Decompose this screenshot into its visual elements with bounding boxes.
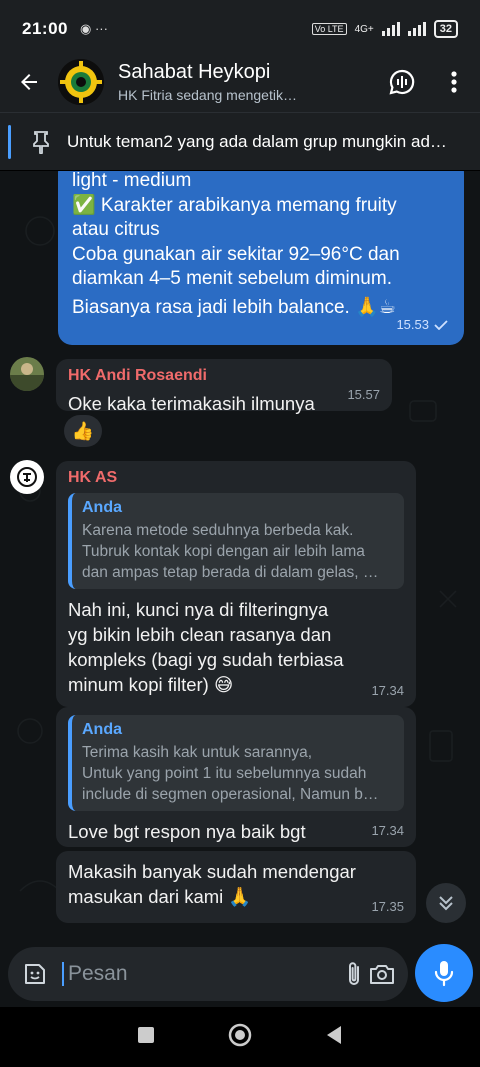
sticker-icon [25,964,45,984]
status-time: 21:00 [22,19,68,38]
home-button[interactable] [228,1023,252,1052]
incoming-message-bubble[interactable]: Makasih banyak sudah mendengar masukan d… [56,851,416,923]
more-vertical-icon [451,71,457,93]
pinned-text: Untuk teman2 yang ada dalam grup mungkin… [67,131,447,151]
reply-quote[interactable]: Anda Karena metode seduhnya berbeda kak.… [68,493,404,589]
pinned-message-bar[interactable]: Untuk teman2 yang ada dalam grup mungkin… [0,112,480,170]
chat-title-area[interactable]: Sahabat Heykopi HK Fitria sedang mengeti… [118,61,376,103]
signal-icon [381,22,400,36]
battery-icon: 32 [433,20,458,38]
back-button[interactable] [0,70,58,94]
message-line: atau citrus [72,219,160,240]
message-line: diamkan 4–5 menit sebelum diminum. [72,268,392,289]
quote-line: Tubruk kontak kopi dengan air lebih lama [82,543,365,560]
message-input-bar [0,941,480,1007]
message-line: ✅ Karakter arabikanya memang fruity [72,194,397,216]
camera-icon [370,965,394,984]
status-bar: 21:00 ◉ ··· Vo LTE 4G+ 32 [0,0,480,58]
message-time: 17.34 [371,823,404,838]
message-line: kompleks (bagi yg sudah terbiasa [68,649,344,670]
signal-2-icon [407,22,426,36]
reply-quote[interactable]: Anda Terima kasih kak untuk sarannya, Un… [68,715,404,811]
recents-button[interactable] [137,1026,155,1049]
message-text: Love bgt respon nya baik bgt [68,821,306,842]
incoming-message-bubble[interactable]: HK Andi Rosaendi Oke kaka terimakasih il… [56,359,392,414]
check-icon [434,320,448,330]
message-line: masukan dari kami 🙏 [68,886,252,907]
sticker-button[interactable] [22,961,48,987]
paperclip-icon [349,962,359,985]
status-right: Vo LTE 4G+ 32 [311,20,458,38]
back-arrow-icon [21,74,37,90]
quote-line: Untuk yang point 1 itu sebelumnya sudah [82,765,367,782]
microphone-icon [434,961,454,987]
heykopi-logo-icon [58,59,104,105]
chat-area[interactable]: light - medium ✅ Karakter arabikanya mem… [0,171,480,941]
network-label: 4G+ [354,23,374,35]
quote-author: Anda [82,499,122,516]
quote-line: Terima kasih kak untuk sarannya, [82,744,313,761]
avatar[interactable] [10,460,44,494]
system-back-button[interactable] [325,1025,343,1050]
status-notification-icons: ◉ ··· [79,21,108,36]
attach-button[interactable] [345,960,363,988]
group-avatar[interactable] [58,59,104,105]
quote-line: Karena metode seduhnya berbeda kak. [82,522,354,539]
voice-chat-button[interactable] [376,68,428,96]
pinned-indicator [8,124,11,159]
typing-status: HK Fitria sedang mengetik… [118,87,297,103]
quote-line: include di segmen operasional, Namun b… [82,786,379,803]
chat-header: Sahabat Heykopi HK Fitria sedang mengeti… [0,52,480,112]
hk-as-logo-icon [17,467,37,487]
message-time: 15.53 [396,316,429,332]
message-line: Nah ini, kunci nya di filteringnya [68,599,329,620]
quote-line: dan ampas tetap berada di dalam gelas, … [82,564,379,581]
triangle-back-icon [327,1025,342,1044]
square-icon [137,1026,154,1043]
camera-button[interactable] [369,963,395,985]
message-line: minum kopi filter) 😅 [68,674,234,695]
message-line: Makasih banyak sudah mendengar [68,861,356,882]
message-text: Oke kaka terimakasih ilmunya [68,393,315,414]
more-menu-button[interactable] [428,71,480,93]
avatar[interactable] [10,357,44,391]
sender-name[interactable]: HK AS [68,469,404,487]
message-line: Biasanya rasa jadi lebih balance. 🙏☕ [72,296,396,318]
outgoing-message-bubble[interactable]: light - medium ✅ Karakter arabikanya mem… [58,171,464,345]
incoming-message-bubble[interactable]: Anda Terima kasih kak untuk sarannya, Un… [56,707,416,847]
message-time: 17.35 [371,899,404,914]
incoming-message-bubble[interactable]: HK AS Anda Karena metode seduhnya berbed… [56,461,416,707]
message-time: 17.34 [371,683,404,698]
message-time: 15.57 [347,387,380,402]
message-line: Coba gunakan air sekitar 92–96°C dan [72,243,400,265]
chat-title: Sahabat Heykopi [118,61,271,83]
system-navigation-bar [0,1007,480,1067]
message-meta: 15.53 [396,313,448,338]
circle-home-icon [228,1023,252,1046]
voice-record-button[interactable] [415,944,473,1002]
reaction-thumbs-up[interactable]: 👍 [64,415,102,447]
message-line: light - medium [72,171,192,191]
quote-author: Anda [82,721,122,738]
message-line: yg bikin lebih clean rasanya dan [68,624,332,645]
scroll-to-bottom-button[interactable] [426,883,466,923]
user-photo-icon [10,357,44,391]
message-input[interactable] [62,962,339,986]
pin-icon[interactable] [27,130,55,154]
voice-chat-icon [389,69,415,95]
volte-label: Vo LTE [311,23,347,35]
double-chevron-down-icon [439,896,453,911]
sender-name[interactable]: HK Andi Rosaendi [68,367,380,385]
message-composer [8,947,408,1001]
